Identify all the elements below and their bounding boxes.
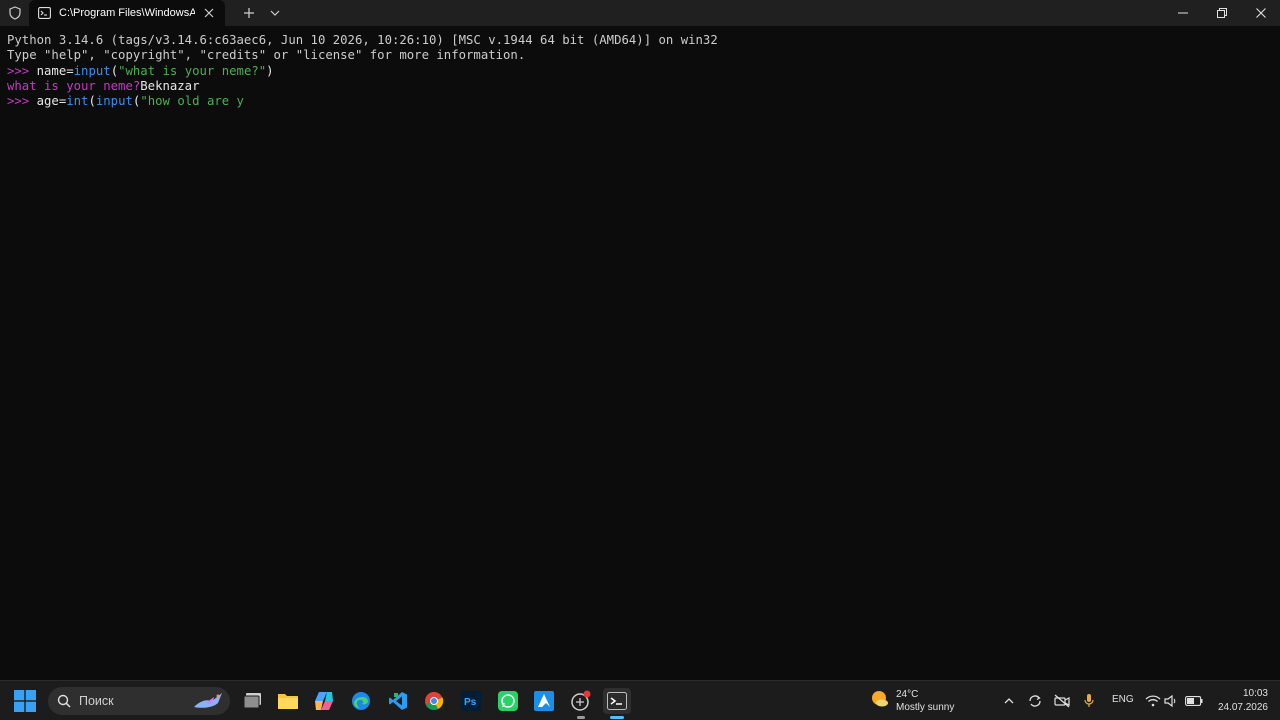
weather-text: 24°C Mostly sunny bbox=[896, 688, 954, 714]
terminal-tab[interactable]: C:\Program Files\WindowsApps bbox=[29, 0, 225, 26]
tab-dropdown-chevron-icon[interactable] bbox=[265, 3, 285, 23]
wifi-icon[interactable] bbox=[1143, 691, 1163, 711]
function-name: int bbox=[66, 94, 89, 108]
svg-text:Ps: Ps bbox=[464, 697, 477, 708]
copilot-icon[interactable] bbox=[311, 688, 337, 714]
tab-close-icon[interactable] bbox=[199, 3, 219, 23]
microphone-icon[interactable] bbox=[1079, 691, 1099, 711]
tab-title: C:\Program Files\WindowsApps bbox=[59, 7, 195, 19]
minimize-icon[interactable] bbox=[1164, 0, 1202, 26]
close-window-icon[interactable] bbox=[1242, 0, 1280, 26]
input-language-indicator[interactable]: ENG bbox=[1112, 694, 1134, 705]
search-icon bbox=[57, 694, 71, 708]
repl-prompt: >>> bbox=[7, 94, 37, 108]
admin-shield-icon bbox=[7, 5, 23, 21]
taskbar: Поиск Ps 24°C Mostly sunny ENG 10:03 24.… bbox=[0, 680, 1280, 720]
search-placeholder: Поиск bbox=[79, 694, 114, 708]
weather-widget[interactable]: 24°C Mostly sunny bbox=[870, 687, 954, 715]
function-name: input bbox=[95, 94, 133, 108]
system-clock[interactable]: 10:03 24.07.2026 bbox=[1212, 687, 1268, 715]
whatsapp-icon[interactable] bbox=[495, 688, 521, 714]
taskbar-search-box[interactable]: Поиск bbox=[48, 687, 230, 715]
chrome-icon[interactable] bbox=[421, 688, 447, 714]
string-literal: "how old are y bbox=[140, 94, 244, 108]
title-bar: C:\Program Files\WindowsApps bbox=[0, 0, 1280, 26]
input-response-line: what is your neme?Beknazar bbox=[7, 79, 200, 94]
paren: ) bbox=[266, 64, 274, 78]
windows-start-icon[interactable] bbox=[14, 690, 36, 712]
repl-prompt: >>> bbox=[7, 64, 37, 78]
function-name: input bbox=[73, 64, 111, 78]
restore-icon[interactable] bbox=[1203, 0, 1241, 26]
windows-terminal-icon[interactable] bbox=[603, 688, 631, 719]
python-idle-icon[interactable] bbox=[568, 688, 594, 719]
show-hidden-icons-chevron-icon[interactable] bbox=[999, 691, 1019, 711]
prompt-output-text: what is your neme? bbox=[7, 79, 141, 93]
task-view-icon[interactable] bbox=[240, 688, 266, 714]
terminal-tab-icon bbox=[37, 6, 51, 20]
edge-browser-icon[interactable] bbox=[348, 688, 374, 714]
current-command-line[interactable]: >>> age=int(input("how old are y bbox=[7, 94, 244, 109]
photoshop-icon[interactable]: Ps bbox=[458, 688, 484, 714]
user-input-text: Beknazar bbox=[140, 79, 200, 93]
python-help-line: Type "help", "copyright", "credits" or "… bbox=[7, 48, 526, 62]
weather-temperature: 24°C bbox=[896, 689, 919, 700]
paren: ( bbox=[88, 94, 96, 108]
paren: ( bbox=[110, 64, 119, 78]
terminal-output[interactable]: Python 3.14.6 (tags/v3.14.6:c63aec6, Jun… bbox=[0, 26, 1280, 680]
camera-off-icon[interactable] bbox=[1052, 691, 1072, 711]
weather-description: Mostly sunny bbox=[896, 702, 955, 713]
code-text: age= bbox=[36, 94, 67, 108]
python-version-line: Python 3.14.6 (tags/v3.14.6:c63aec6, Jun… bbox=[7, 33, 718, 47]
active-window-indicator bbox=[610, 716, 624, 719]
sync-icon[interactable] bbox=[1025, 691, 1045, 711]
clock-date: 24.07.2026 bbox=[1217, 702, 1268, 713]
partly-sunny-icon bbox=[870, 689, 890, 714]
string-literal: "what is your neme?" bbox=[118, 64, 267, 78]
search-highlight-bird-icon bbox=[192, 689, 226, 713]
input-command-line: >>> name=input("what is your neme?") bbox=[7, 64, 274, 79]
file-explorer-icon[interactable] bbox=[275, 688, 301, 714]
code-text: name= bbox=[36, 64, 74, 78]
battery-icon[interactable] bbox=[1184, 691, 1204, 711]
clock-time: 10:03 bbox=[1242, 688, 1268, 699]
new-tab-plus-icon[interactable] bbox=[239, 3, 259, 23]
volume-icon[interactable] bbox=[1161, 691, 1181, 711]
running-indicator bbox=[577, 716, 585, 719]
vscode-icon[interactable] bbox=[385, 688, 411, 714]
azure-data-studio-icon[interactable] bbox=[531, 688, 557, 714]
